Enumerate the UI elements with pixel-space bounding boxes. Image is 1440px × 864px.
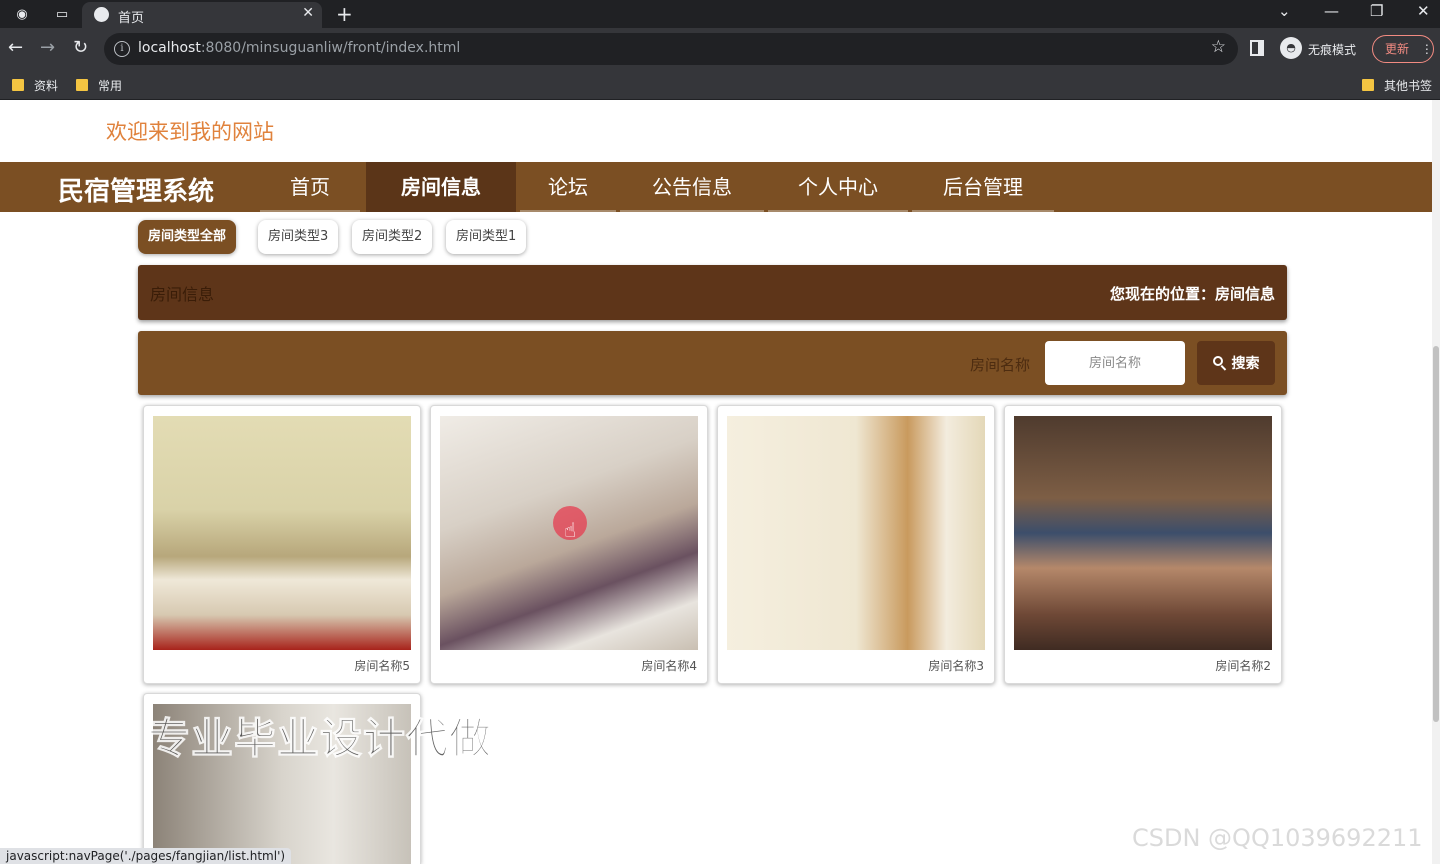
search-button[interactable]: 搜索 xyxy=(1197,341,1275,385)
search-panel: 房间名称 搜索 xyxy=(138,331,1287,395)
globe-icon xyxy=(94,7,109,22)
url-text: localhost:8080/minsuguanliw/front/index.… xyxy=(138,40,461,56)
welcome-text: 欢迎来到我的网站 xyxy=(106,120,274,144)
folder-icon xyxy=(1362,79,1374,91)
tab-title: 首页 xyxy=(118,11,145,26)
back-arrow-icon[interactable]: ← xyxy=(8,38,23,58)
new-tab-icon[interactable]: + xyxy=(336,2,353,26)
room-card[interactable]: 房间名称3 xyxy=(717,405,995,684)
incognito-label: 无痕模式 xyxy=(1308,43,1357,57)
chevron-down-icon[interactable]: ⌄ xyxy=(1278,2,1291,20)
category-type3[interactable]: 房间类型3 xyxy=(258,220,339,254)
incognito-icon: ◓ xyxy=(1280,37,1302,59)
site-brand: 民宿管理系统 xyxy=(58,177,215,207)
nav-admin[interactable]: 后台管理 xyxy=(912,162,1054,212)
room-card[interactable]: 房间名称5 xyxy=(143,405,421,684)
breadcrumb: 房间信息 您现在的位置：房间信息 xyxy=(138,265,1287,320)
url-input[interactable]: i localhost:8080/minsuguanliw/front/inde… xyxy=(104,33,1238,65)
bookmark-folder-other[interactable]: 其他书签 xyxy=(1362,76,1432,94)
forward-arrow-icon[interactable]: → xyxy=(40,38,55,58)
nav-forum[interactable]: 论坛 xyxy=(520,162,616,212)
nav-announcements[interactable]: 公告信息 xyxy=(620,162,764,212)
browser-tab-active[interactable]: 首页 ✕ xyxy=(82,2,322,28)
nav-room-info[interactable]: 房间信息 xyxy=(366,162,516,212)
room-photo[interactable] xyxy=(727,416,985,650)
browser-address-bar: ← → ↻ i localhost:8080/minsuguanliw/fron… xyxy=(0,28,1440,70)
room-name: 房间名称4 xyxy=(641,659,697,673)
room-photo[interactable] xyxy=(1014,416,1272,650)
nav-personal-center[interactable]: 个人中心 xyxy=(768,162,908,212)
folder-icon xyxy=(76,79,88,91)
search-label: 房间名称 xyxy=(970,356,1031,374)
watermark-text: 专业毕业设计代做 xyxy=(147,714,493,764)
restore-icon[interactable]: ❐ xyxy=(1370,2,1383,20)
tab-search-icon[interactable]: ▭ xyxy=(52,4,72,24)
room-name: 房间名称5 xyxy=(354,659,410,673)
hand-cursor-icon: ☝ xyxy=(564,518,577,542)
room-card[interactable]: 房间名称4 xyxy=(430,405,708,684)
room-card[interactable]: 房间名称2 xyxy=(1004,405,1282,684)
browser-tab-bar: ◉ ▭ 首页 ✕ + ⌄ — ❐ ✕ xyxy=(0,0,1440,28)
nav-home[interactable]: 首页 xyxy=(260,162,360,212)
bookmark-star-icon[interactable]: ☆ xyxy=(1211,37,1226,57)
room-name: 房间名称3 xyxy=(928,659,984,673)
category-type2[interactable]: 房间类型2 xyxy=(352,220,433,254)
reload-icon[interactable]: ↻ xyxy=(73,38,88,58)
bookmark-folder-changyong[interactable]: 常用 xyxy=(76,76,122,94)
room-name: 房间名称2 xyxy=(1215,659,1271,673)
update-button[interactable]: 更新 ⋮ xyxy=(1372,35,1434,63)
status-bar-url: javascript:navPage('./pages/fangjian/lis… xyxy=(0,848,292,864)
section-title: 房间信息 xyxy=(150,285,215,304)
close-tab-icon[interactable]: ✕ xyxy=(302,5,314,21)
room-photo[interactable] xyxy=(153,416,411,650)
category-all[interactable]: 房间类型全部 xyxy=(138,220,237,254)
side-panel-icon[interactable] xyxy=(1250,40,1264,56)
main-nav-bar: 民宿管理系统 首页 房间信息 论坛 公告信息 个人中心 后台管理 xyxy=(0,162,1432,212)
room-name-search-input[interactable] xyxy=(1045,341,1185,385)
category-type1[interactable]: 房间类型1 xyxy=(446,220,527,254)
minimize-icon[interactable]: — xyxy=(1324,2,1339,20)
csdn-watermark: CSDN @QQ1039692211 xyxy=(1132,824,1423,852)
search-icon xyxy=(1212,356,1227,370)
bookmark-folder-ziliao[interactable]: 资料 xyxy=(12,76,58,94)
page-scrollbar-thumb[interactable] xyxy=(1433,346,1439,722)
bookmarks-bar: 资料 常用 其他书签 xyxy=(0,70,1440,100)
folder-icon xyxy=(12,79,24,91)
current-location: 您现在的位置：房间信息 xyxy=(1109,285,1275,303)
browser-menu-icon[interactable]: ◉ xyxy=(12,4,32,24)
site-info-icon[interactable]: i xyxy=(114,41,130,57)
close-window-icon[interactable]: ✕ xyxy=(1417,2,1430,20)
